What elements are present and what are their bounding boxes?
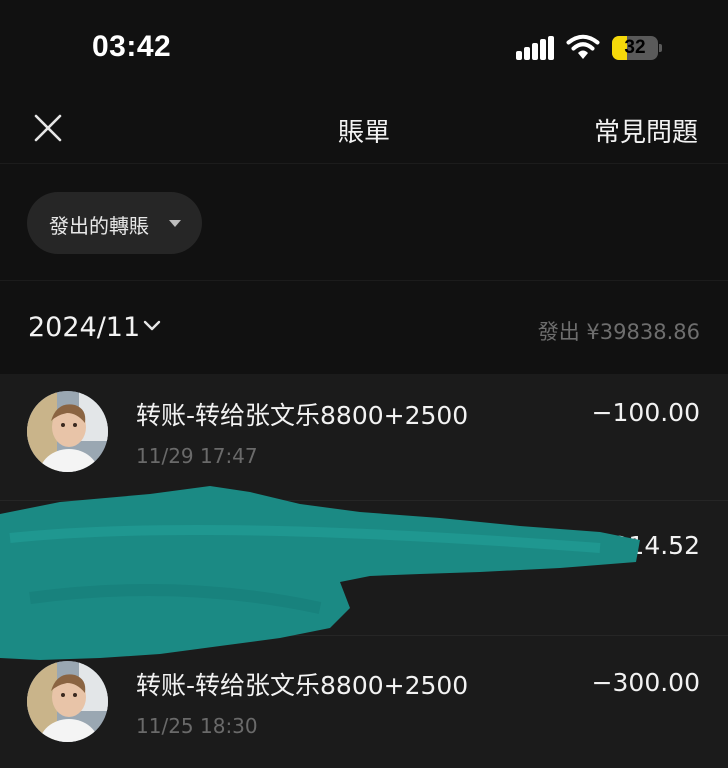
- chevron-down-icon[interactable]: [143, 320, 161, 332]
- month-total: 發出 ¥39838.86: [537, 320, 700, 344]
- month-header: 2024/11 發出 ¥39838.86: [0, 282, 728, 374]
- avatar: [27, 391, 108, 472]
- transaction-title: 转账-转给张文乐8800+2500: [136, 401, 469, 430]
- transaction-amount: −100.00: [591, 398, 700, 427]
- transaction-title: 转账-转给张文乐8800+2500: [136, 671, 469, 700]
- filter-dropdown[interactable]: 發出的轉賬: [27, 192, 202, 254]
- nav-bar: 賬單 常見問題: [0, 96, 728, 164]
- filter-label: 發出的轉賬: [49, 214, 149, 238]
- transaction-row[interactable]: 转账-转给张文乐8800+2500 11/25 18:30 −300.00: [0, 636, 728, 768]
- transaction-list: 转账-转给张文乐8800+2500 11/29 17:47 −100.00 13…: [0, 374, 728, 768]
- faq-button[interactable]: 常見問題: [594, 112, 698, 149]
- avatar: [27, 661, 108, 742]
- transaction-row[interactable]: 1314.52: [0, 501, 728, 636]
- wifi-icon: [566, 34, 600, 59]
- status-bar: 03:42 32: [0, 0, 728, 96]
- filter-area: 發出的轉賬: [0, 165, 728, 281]
- battery-level: 32: [624, 37, 646, 58]
- transaction-row[interactable]: 转账-转给张文乐8800+2500 11/29 17:47 −100.00: [0, 374, 728, 501]
- transaction-amount: 1314.52: [596, 531, 700, 560]
- status-time: 03:42: [92, 30, 172, 63]
- transaction-date: 11/29 17:47: [136, 444, 258, 468]
- battery-icon: 32: [612, 36, 662, 60]
- month-selector[interactable]: 2024/11: [28, 312, 140, 343]
- transaction-amount: −300.00: [591, 668, 700, 697]
- cellular-signal-icon: [516, 36, 554, 60]
- caret-down-icon: [169, 220, 181, 227]
- transaction-date: 11/25 18:30: [136, 714, 258, 738]
